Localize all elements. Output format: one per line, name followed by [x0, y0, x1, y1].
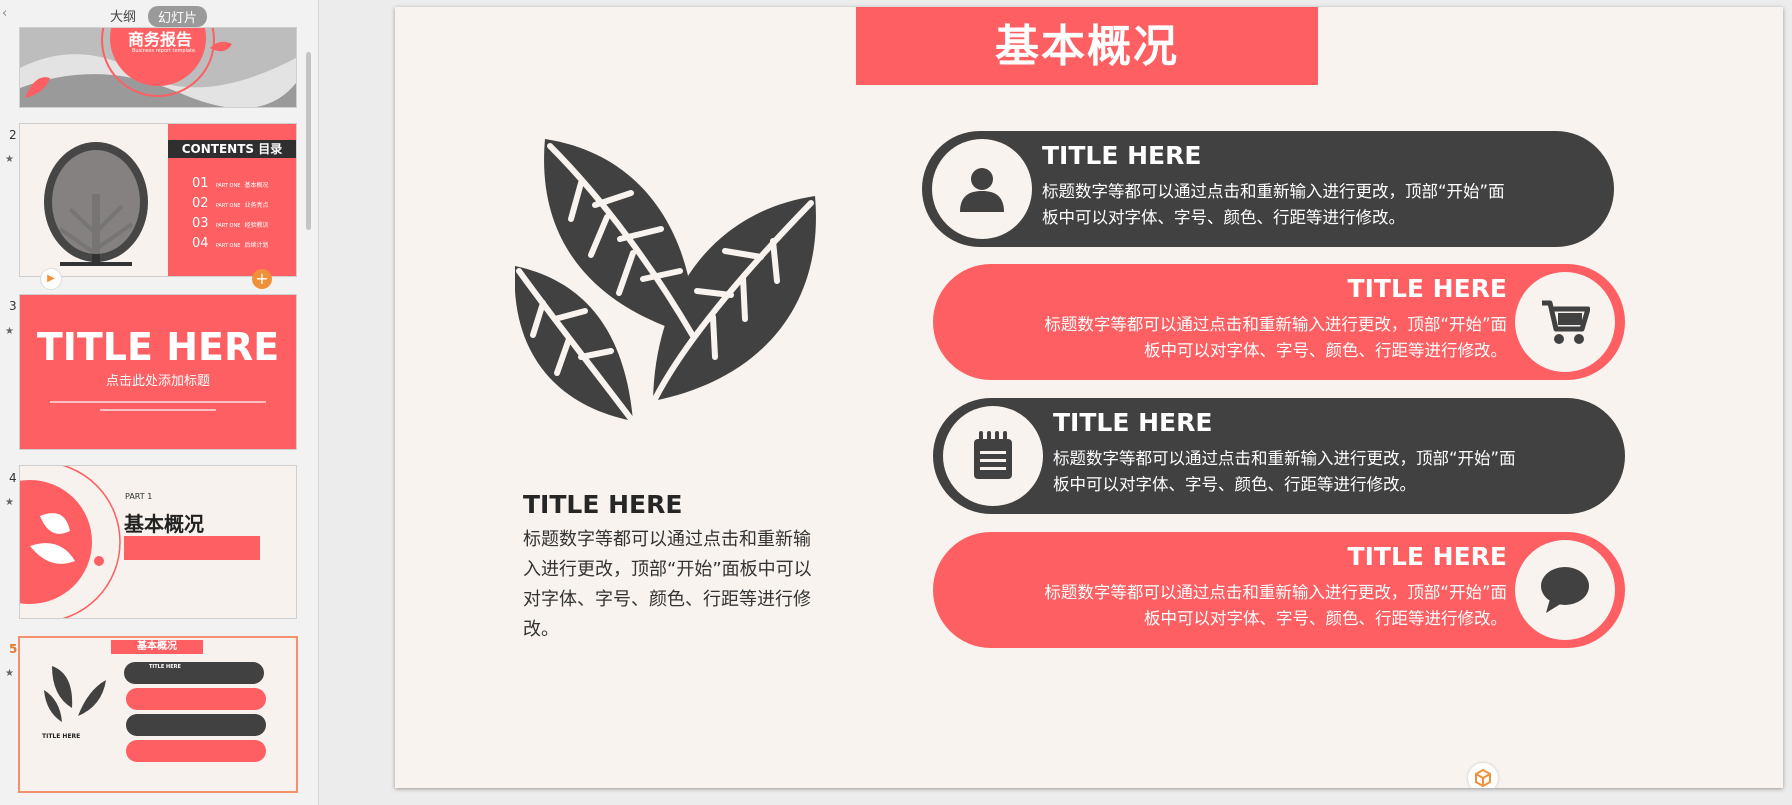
cart-icon	[1542, 300, 1590, 344]
person-icon	[960, 168, 1004, 212]
slide-thumbnail-1[interactable]: 商务报告 Business report template	[20, 28, 296, 107]
card-4-title: TITLE HERE	[1347, 542, 1507, 571]
slide-number-4: 4	[9, 471, 17, 485]
contents-item-number: 04	[192, 236, 209, 251]
contents-title-bar: CONTENTS 目录	[168, 140, 296, 158]
slide-5-card-title: TITLE HERE	[149, 664, 181, 670]
contents-item: 02 PART ONE 业务亮点	[192, 196, 269, 211]
contents-item-part: PART ONE	[215, 203, 241, 209]
slide-number-2: 2	[9, 128, 17, 142]
contents-item-number: 03	[192, 216, 209, 231]
card-1-line-2: 板中可以对字体、字号、颜色、行距等进行修改。	[1042, 208, 1405, 227]
contents-item: 03 PART ONE 经验教训	[192, 216, 269, 231]
slide-number-5: 5	[9, 642, 18, 656]
card-4-line-1: 标题数字等都可以通过点击和重新输入进行更改，顶部“开始”面	[1044, 583, 1507, 602]
leaves-illustration	[515, 139, 816, 422]
contents-item-number: 01	[192, 176, 209, 191]
slide-thumbnail-pane: ‹ 大纲 幻灯片 商务报告 Business report template 2…	[0, 0, 319, 805]
card-2-line-1: 标题数字等都可以通过点击和重新输入进行更改，顶部“开始”面	[1044, 315, 1507, 334]
tab-outline[interactable]: 大纲	[110, 6, 136, 25]
slide-1-subtitle: Business report template	[132, 48, 196, 54]
animation-star-icon: ★	[5, 668, 14, 679]
cube-logo-icon	[1475, 768, 1491, 788]
card-1-line-1: 标题数字等都可以通过点击和重新输入进行更改，顶部“开始”面	[1042, 182, 1505, 201]
info-card-2: TITLE HERE 标题数字等都可以通过点击和重新输入进行更改，顶部“开始”面…	[933, 264, 1625, 380]
info-card-1: TITLE HERE 标题数字等都可以通过点击和重新输入进行更改，顶部“开始”面…	[922, 131, 1614, 247]
card-4-description: 标题数字等都可以通过点击和重新输入进行更改，顶部“开始”面 板中可以对字体、字号…	[967, 580, 1507, 632]
card-4-icon-circle	[1515, 540, 1615, 640]
card-3-title: TITLE HERE	[1053, 408, 1213, 437]
card-1-icon-circle	[932, 139, 1032, 239]
contents-item-part: PART ONE	[215, 183, 241, 189]
contents-item-number: 02	[192, 196, 209, 211]
slide-thumbnail-5[interactable]: 基本概况 TITLE HERE TITLE HERE	[20, 638, 296, 791]
contents-item: 01 PART ONE 基本概况	[192, 176, 269, 191]
slide-4-text-box	[124, 536, 260, 560]
notepad-icon	[974, 431, 1012, 479]
card-2-icon-circle	[1515, 272, 1615, 372]
slide-5-mini-card	[126, 714, 266, 736]
slide-3-body-lines	[100, 409, 216, 411]
slide-4-part: PART 1	[125, 492, 153, 501]
left-section-description: 标题数字等都可以通过点击和重新输入进行更改，顶部“开始”面板中可以对字体、字号、…	[523, 529, 812, 640]
slide-canvas[interactable]: 基本概况 TITLE HERE 标题数字等都可以通过点击和重新输入进行更改，顶部…	[395, 7, 1783, 788]
card-3-description: 标题数字等都可以通过点击和重新输入进行更改，顶部“开始”面 板中可以对字体、字号…	[1053, 446, 1593, 498]
slide-5-mini-card: TITLE HERE	[124, 662, 264, 684]
tree-illustration	[44, 142, 148, 266]
card-2-line-2: 板中可以对字体、字号、颜色、行距等进行修改。	[1144, 341, 1507, 360]
contents-item: 04 PART ONE 后续计划	[192, 236, 269, 251]
info-card-4: TITLE HERE 标题数字等都可以通过点击和重新输入进行更改，顶部“开始”面…	[933, 532, 1625, 648]
card-3-line-2: 板中可以对字体、字号、颜色、行距等进行修改。	[1053, 475, 1416, 494]
contents-item-part: PART ONE	[215, 243, 241, 249]
animation-star-icon: ★	[5, 497, 14, 508]
slide-3-title: TITLE HERE	[36, 325, 280, 369]
slide-header-title: 基本概况	[856, 7, 1318, 85]
tab-slides[interactable]: 幻灯片	[148, 6, 208, 27]
thumbnail-scrollbar[interactable]	[306, 52, 311, 230]
card-1-description: 标题数字等都可以通过点击和重新输入进行更改，顶部“开始”面 板中可以对字体、字号…	[1042, 179, 1582, 231]
slide-1-title: 商务报告	[128, 30, 193, 49]
contents-item-text: 基本概况	[244, 182, 269, 189]
contents-item-text: 后续计划	[244, 242, 269, 249]
slide-5-mini-card	[126, 740, 266, 762]
contents-panel: CONTENTS 目录 01 PART ONE 基本概况 02 PART ONE…	[168, 124, 296, 276]
card-3-line-1: 标题数字等都可以通过点击和重新输入进行更改，顶部“开始”面	[1053, 449, 1516, 468]
chat-bubble-icon	[1541, 567, 1589, 613]
slide-3-body-lines	[50, 401, 266, 403]
slide-5-left-title: TITLE HERE	[42, 733, 81, 740]
card-1-title: TITLE HERE	[1042, 141, 1202, 170]
left-section-title: TITLE HERE	[523, 490, 683, 519]
slide-3-subtitle: 点击此处添加标题	[105, 374, 210, 389]
contents-item-text: 业务亮点	[244, 202, 269, 209]
slide-5-header: 基本概况	[111, 640, 203, 654]
info-card-3: TITLE HERE 标题数字等都可以通过点击和重新输入进行更改，顶部“开始”面…	[933, 398, 1625, 514]
slide-thumbnail-4[interactable]: PART 1 基本概况	[20, 466, 296, 618]
card-2-title: TITLE HERE	[1347, 274, 1507, 303]
contents-item-part: PART ONE	[215, 223, 241, 229]
slide-thumbnail-2[interactable]: CONTENTS 目录 01 PART ONE 基本概况 02 PART ONE…	[20, 124, 296, 276]
slide-number-3: 3	[9, 299, 17, 313]
app-logo-icon[interactable]	[1468, 763, 1498, 788]
card-4-line-2: 板中可以对字体、字号、颜色、行距等进行修改。	[1144, 609, 1507, 628]
slide-5-leaf-graphic	[44, 666, 106, 722]
animation-star-icon: ★	[5, 326, 14, 337]
play-slide-icon[interactable]: ▶	[40, 268, 62, 290]
animation-star-icon: ★	[5, 154, 14, 165]
contents-item-text: 经验教训	[244, 222, 269, 229]
slide-5-mini-card	[126, 688, 266, 710]
pane-tabs: ‹ 大纲 幻灯片	[0, 4, 318, 27]
card-2-description: 标题数字等都可以通过点击和重新输入进行更改，顶部“开始”面 板中可以对字体、字号…	[967, 312, 1507, 364]
collapse-pane-icon[interactable]: ‹	[2, 6, 7, 21]
add-slide-icon[interactable]: +	[252, 269, 272, 289]
slide-thumbnail-3[interactable]: TITLE HERE 点击此处添加标题	[20, 295, 296, 449]
card-3-icon-circle	[943, 406, 1043, 506]
slide-4-title: 基本概况	[124, 512, 204, 536]
